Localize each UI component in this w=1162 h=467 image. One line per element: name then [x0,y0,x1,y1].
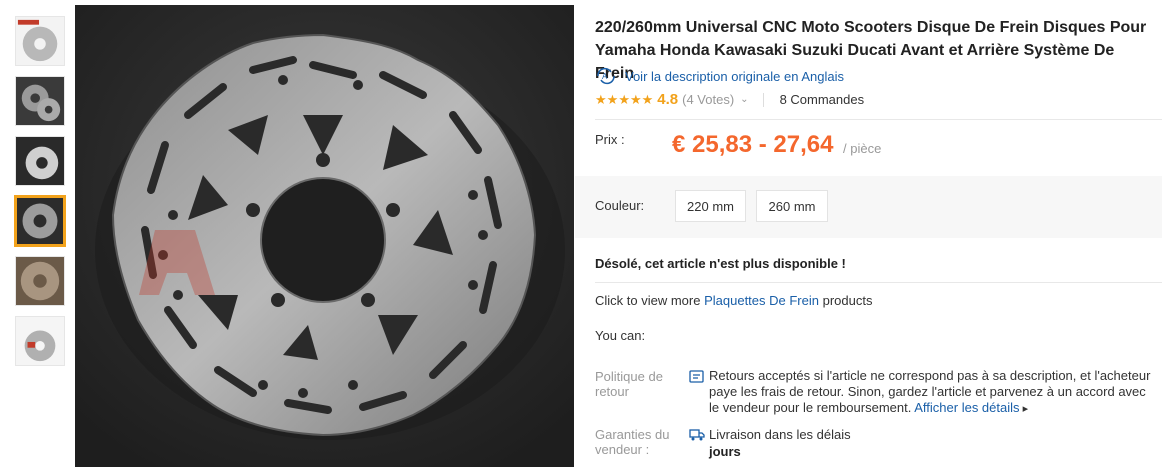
original-description-label[interactable]: Voir la description originale en Anglais [625,69,844,84]
color-selector-section [575,176,1162,238]
rating-row: ★ ★ ★ ★ ★ 4.8 (4 Votes) ⌄ 8 Commandes [595,91,864,108]
show-details-link[interactable]: Afficher les détails [914,400,1028,415]
price-value: € 25,83 - 27,64 [672,131,834,158]
translate-icon: A [595,67,617,85]
main-product-image[interactable] [75,5,574,467]
votes-count[interactable]: (4 Votes) [682,92,734,107]
thumbnail-3[interactable] [15,136,65,186]
product-info-panel: 220/260mm Universal CNC Moto Scooters Di… [575,0,1162,467]
thumbnail-gallery [0,0,75,467]
color-label: Couleur: [595,198,645,213]
return-policy-icon [689,370,704,383]
star-icon: ★ [595,91,607,107]
you-can-label: You can: [595,328,646,343]
more-prefix: Click to view more [595,293,701,308]
thumbnail-5[interactable] [15,256,65,306]
divider [595,119,1162,120]
more-suffix: products [822,293,873,308]
rating-value: 4.8 [657,91,679,108]
delivery-guarantee-text: Livraison dans les délais [709,427,851,442]
svg-text:A: A [602,72,608,81]
delivery-days: jours [709,444,741,459]
delivery-truck-icon [689,428,705,441]
thumbnail-4-active[interactable] [14,195,66,247]
color-option-220mm[interactable]: 220 mm [675,190,746,222]
more-products-line: Click to view more Plaquettes De Frein p… [595,293,873,308]
star-icon: ★ [629,91,642,107]
orders-count: 8 Commandes [779,92,865,107]
return-policy-text: Retours acceptés si l'article ne corresp… [709,368,1159,417]
thumbnail-6[interactable] [15,316,65,366]
unavailable-message: Désolé, cet article n'est plus disponibl… [595,256,846,271]
star-icon: ★ [618,91,630,107]
color-option-260mm[interactable]: 260 mm [756,190,828,222]
divider [595,282,1162,283]
category-link[interactable]: Plaquettes De Frein [704,293,819,308]
rating-stars: ★ ★ ★ ★ ★ [595,91,654,107]
price-label: Prix : [595,132,625,147]
return-policy-label: Politique de retour [595,369,663,399]
thumbnail-1[interactable] [15,16,65,66]
star-icon: ★ [641,91,654,107]
star-icon: ★ [606,91,619,107]
seller-guarantee-label: Garanties du vendeur : [595,427,670,457]
price-unit: / pièce [843,141,882,156]
divider [762,92,764,107]
brake-disc-image [75,5,574,467]
chevron-down-icon[interactable]: ⌄ [740,94,748,105]
original-description-link[interactable]: A Voir la description originale en Angla… [595,67,844,85]
thumbnail-2[interactable] [15,76,65,126]
